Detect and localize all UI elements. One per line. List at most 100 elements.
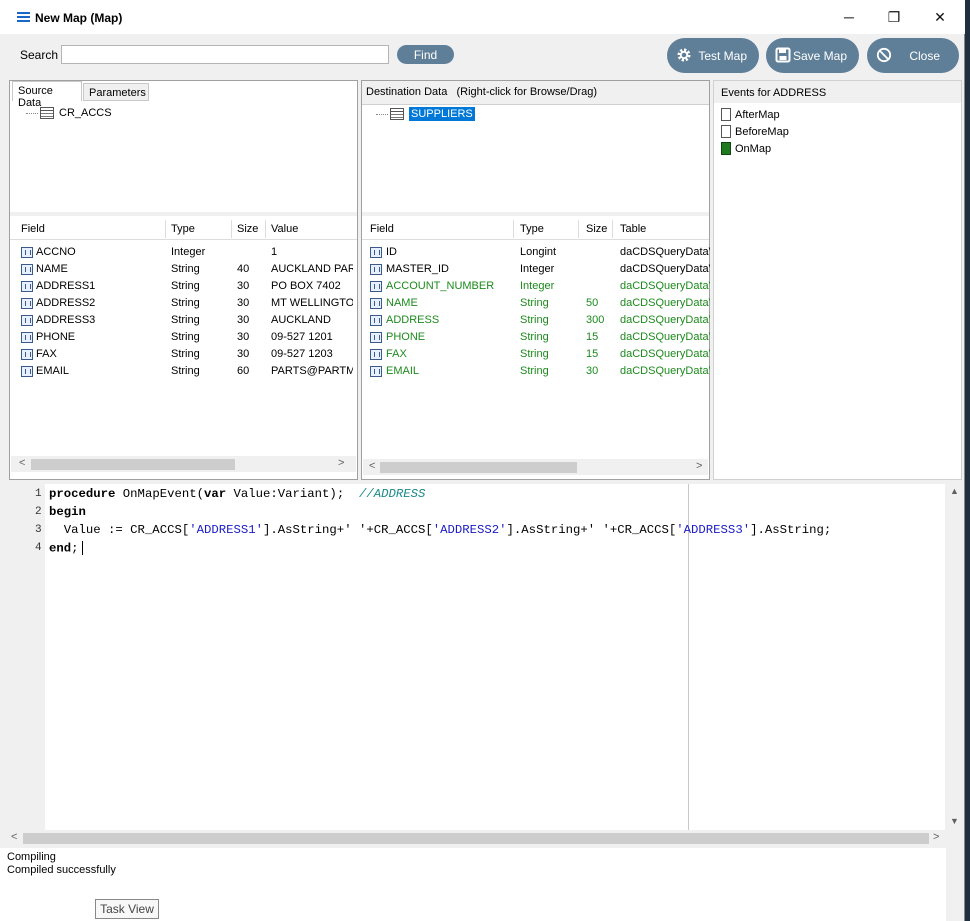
event-label: AfterMap: [735, 108, 780, 121]
col-value[interactable]: Value: [271, 223, 298, 235]
table-row[interactable]: EMAIL String 60 PARTS@PARTM.: [10, 363, 357, 380]
col-size[interactable]: Size: [586, 223, 607, 235]
table-row[interactable]: ACCNO Integer 1: [10, 244, 357, 261]
scroll-right-icon[interactable]: >: [338, 457, 344, 469]
save-map-label: Save Map: [792, 49, 847, 63]
cell-type: String: [171, 365, 200, 377]
editor-vscrollbar[interactable]: ▲ ▼: [946, 484, 963, 830]
search-label: Search: [20, 48, 59, 62]
table-row[interactable]: NAME String 40 AUCKLAND PAR.: [10, 261, 357, 278]
scroll-thumb[interactable]: [380, 462, 577, 473]
col-type[interactable]: Type: [171, 223, 195, 235]
event-item[interactable]: BeforeMap: [721, 125, 789, 138]
table-row[interactable]: MASTER_ID Integer daCDSQueryDataV: [362, 261, 710, 278]
save-map-button[interactable]: Save Map: [766, 38, 859, 73]
cell-type: String: [520, 331, 549, 343]
table-row[interactable]: ADDRESS2 String 30 MT WELLINGTON: [10, 295, 357, 312]
scroll-left-icon[interactable]: <: [19, 457, 25, 469]
close-window-button[interactable]: ✕: [917, 0, 963, 34]
cell-size: 60: [237, 365, 250, 377]
scroll-thumb[interactable]: [31, 459, 235, 470]
table-row[interactable]: ADDRESS String 300 daCDSQueryDataV: [362, 312, 710, 329]
line-number: 2: [35, 506, 42, 518]
table-row[interactable]: PHONE String 30 09-527 1201: [10, 329, 357, 346]
minimize-button[interactable]: ─: [826, 0, 872, 34]
restore-button[interactable]: ❐: [871, 0, 917, 34]
table-icon: [40, 107, 54, 119]
scroll-right-icon[interactable]: >: [933, 831, 939, 843]
table-row[interactable]: ID Longint daCDSQueryDataV: [362, 244, 710, 261]
menu-icon[interactable]: [17, 12, 30, 22]
source-hscrollbar[interactable]: < >: [11, 456, 356, 472]
destination-tree-root[interactable]: SUPPLIERS: [376, 107, 475, 121]
tab-parameters[interactable]: Parameters: [83, 83, 149, 101]
save-icon: [775, 47, 791, 63]
table-row[interactable]: NAME String 50 daCDSQueryDataV: [362, 295, 710, 312]
event-label: BeforeMap: [735, 125, 789, 138]
table-row[interactable]: ADDRESS3 String 30 AUCKLAND: [10, 312, 357, 329]
col-field[interactable]: Field: [370, 223, 394, 235]
cell-type: String: [171, 297, 200, 309]
cell-field: MASTER_ID: [386, 263, 449, 275]
test-map-button[interactable]: Test Map: [667, 38, 759, 73]
table-row[interactable]: FAX String 15 daCDSQueryDataV: [362, 346, 710, 363]
scroll-thumb[interactable]: [23, 833, 929, 844]
close-button[interactable]: Close: [867, 38, 959, 73]
code-line-1: procedure OnMapEvent(var Value:Variant);…: [49, 487, 426, 501]
source-data-panel: Source Data Parameters CR_ACCS Field Typ…: [9, 80, 358, 480]
cell-table: daCDSQueryDataV: [620, 263, 710, 275]
table-row[interactable]: FAX String 30 09-527 1203: [10, 346, 357, 363]
cell-field: PHONE: [386, 331, 426, 343]
field-icon: [370, 315, 382, 326]
search-input[interactable]: [61, 45, 389, 64]
cell-type: String: [171, 280, 200, 292]
col-field[interactable]: Field: [21, 223, 45, 235]
scroll-up-icon[interactable]: ▲: [950, 486, 959, 496]
field-icon: [370, 366, 382, 377]
scroll-right-icon[interactable]: >: [696, 460, 702, 472]
cell-value: PARTS@PARTM.: [271, 365, 353, 377]
output-vscrollbar[interactable]: [946, 848, 963, 921]
cell-type: String: [171, 263, 200, 275]
source-tree-root[interactable]: CR_ACCS: [26, 107, 112, 119]
test-map-label: Test Map: [698, 49, 747, 63]
col-table[interactable]: Table: [620, 223, 646, 235]
cell-table: daCDSQueryDataV: [620, 331, 710, 343]
table-row[interactable]: PHONE String 15 daCDSQueryDataV: [362, 329, 710, 346]
source-table-name: CR_ACCS: [59, 107, 112, 119]
cell-value: PO BOX 7402: [271, 280, 341, 292]
tree-connector: [26, 112, 38, 114]
table-row[interactable]: ACCOUNT_NUMBER Integer daCDSQueryDataV: [362, 278, 710, 295]
cell-table: daCDSQueryDataV: [620, 246, 710, 258]
scroll-down-icon[interactable]: ▼: [950, 816, 959, 826]
cell-type: Integer: [171, 246, 206, 258]
events-header-bar: Events for ADDRESS: [714, 81, 961, 103]
table-row[interactable]: ADDRESS1 String 30 PO BOX 7402: [10, 278, 357, 295]
event-item[interactable]: AfterMap: [721, 108, 780, 121]
cell-field: ADDRESS3: [36, 314, 96, 326]
col-size[interactable]: Size: [237, 223, 258, 235]
splitter[interactable]: [362, 212, 709, 216]
field-icon: [21, 281, 33, 292]
scroll-left-icon[interactable]: <: [11, 831, 17, 843]
editor-hscrollbar[interactable]: < >: [7, 830, 945, 846]
code-document-icon: [721, 142, 731, 155]
document-icon: [721, 108, 731, 121]
splitter[interactable]: [10, 212, 357, 216]
destination-hscrollbar[interactable]: < >: [363, 459, 708, 475]
code-editor[interactable]: 1 2 3 4 procedure OnMapEvent(var Value:V…: [7, 484, 945, 830]
table-row[interactable]: EMAIL String 30 daCDSQueryDataV: [362, 363, 710, 380]
find-button[interactable]: Find: [397, 45, 454, 64]
text-caret: [81, 541, 83, 555]
scroll-left-icon[interactable]: <: [369, 460, 375, 472]
destination-grid-header: Field Type Size Table: [362, 218, 709, 240]
task-view-tooltip: Task View: [95, 899, 159, 919]
destination-header-bar: Destination Data (Right-click for Browse…: [362, 81, 709, 105]
col-type[interactable]: Type: [520, 223, 544, 235]
tab-source-data[interactable]: Source Data: [12, 81, 82, 109]
cell-table: daCDSQueryDataV: [620, 280, 710, 292]
field-icon: [370, 349, 382, 360]
event-item[interactable]: OnMap: [721, 142, 771, 155]
cell-size: 30: [237, 314, 250, 326]
cell-value: AUCKLAND: [271, 314, 331, 326]
